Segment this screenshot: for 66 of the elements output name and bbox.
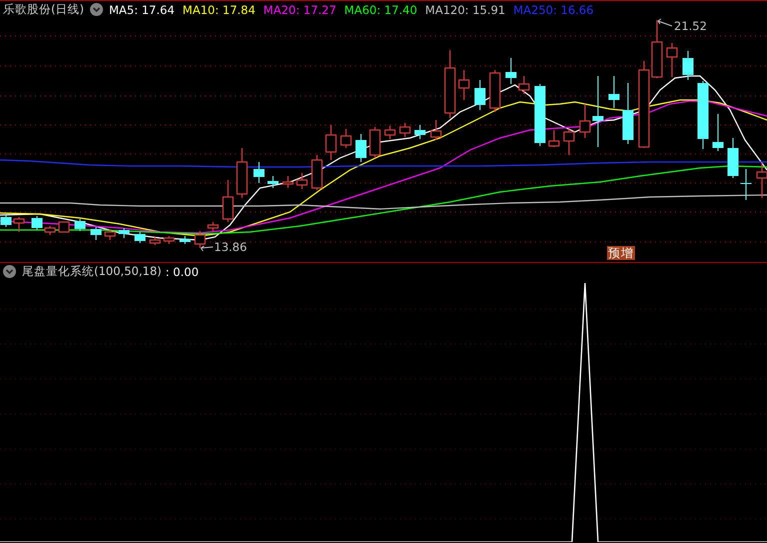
indicator-title: 尾盘量化系统(100,50,18)	[22, 264, 162, 279]
candlestick	[712, 114, 724, 152]
candlestick	[548, 130, 560, 148]
candlestick	[458, 70, 470, 100]
candlestick	[164, 236, 174, 244]
ma-legend: MA120: 15.91	[425, 2, 506, 16]
candlestick	[666, 42, 678, 78]
candlestick	[580, 104, 590, 138]
candlestick	[236, 148, 248, 198]
candlestick	[506, 58, 516, 84]
candlestick	[340, 128, 352, 148]
candlestick	[474, 80, 486, 110]
ma-legend: MA20: 17.27	[263, 2, 336, 16]
event-tag: 预增	[607, 246, 635, 260]
candlestick	[384, 126, 396, 140]
candlestick	[356, 134, 366, 162]
candlestick	[400, 122, 410, 138]
candlestick	[74, 218, 86, 232]
candlestick	[150, 236, 160, 246]
candlestick	[518, 76, 530, 94]
candlestick	[312, 154, 322, 190]
candlestick	[370, 126, 380, 158]
candlestick	[296, 172, 308, 190]
leader-line	[200, 246, 214, 252]
ma-legend: MA5: 17.64	[108, 2, 175, 16]
candlestick	[14, 216, 24, 232]
ma-legend: MA250: 16.66	[513, 2, 594, 16]
stock-title: 乐歌股份(日线)	[3, 2, 84, 17]
candlestick	[180, 236, 190, 244]
candlestick	[58, 222, 70, 232]
candlestick	[0, 214, 12, 228]
candlestick	[430, 120, 442, 140]
ma-legend: MA60: 17.40	[344, 2, 418, 16]
candlestick	[728, 138, 738, 178]
candlestick	[592, 76, 604, 148]
candlestick	[118, 228, 130, 238]
candlestick	[134, 232, 146, 244]
candlestick	[194, 230, 206, 248]
candlestick	[534, 84, 546, 146]
candlestick	[222, 180, 234, 222]
candlestick	[698, 80, 708, 150]
low-price-label: 13.86	[214, 240, 247, 254]
candlestick	[104, 230, 116, 240]
leader-line	[658, 18, 672, 26]
candlestick	[32, 216, 42, 230]
candlestick	[282, 176, 294, 188]
candlestick	[740, 168, 752, 200]
candlestick	[490, 70, 500, 112]
candlestick	[208, 222, 218, 232]
candlestick	[326, 124, 336, 160]
candlestick	[652, 20, 662, 78]
candlestick	[414, 124, 426, 140]
candlestick	[564, 128, 574, 156]
indicator-value: : 0.00	[166, 264, 199, 278]
candlestick	[90, 226, 102, 240]
candlestick	[682, 50, 694, 80]
candlestick	[444, 50, 456, 118]
candlestick	[254, 162, 264, 184]
dropdown-icon[interactable]	[90, 3, 103, 16]
candlestick	[608, 76, 620, 108]
high-price-label: 21.52	[674, 19, 707, 33]
ma-legend: MA10: 17.84	[182, 2, 256, 16]
candlestick	[44, 226, 56, 236]
candlestick	[622, 82, 634, 144]
candlestick	[268, 176, 278, 188]
dropdown-icon[interactable]	[3, 265, 16, 278]
